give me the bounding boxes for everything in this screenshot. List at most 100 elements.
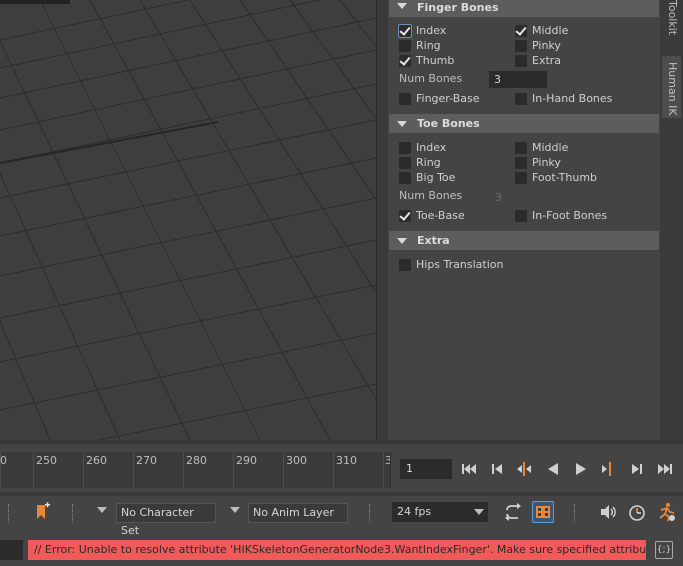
finger-num-bones-field[interactable]: 3: [489, 71, 547, 88]
checkbox-box: [515, 157, 527, 169]
prev-key-icon: [517, 462, 531, 476]
anim-layer-dropdown[interactable]: No Anim Layer: [248, 503, 348, 523]
go-to-end-button[interactable]: [655, 459, 675, 479]
finger-bones-title: Finger Bones: [417, 1, 499, 14]
range-slider-bar: No Character Set No Anim Layer 24 fps: [0, 496, 683, 537]
speaker-icon: [601, 505, 616, 519]
step-forward-key-icon: [632, 464, 642, 474]
step-back-key-button[interactable]: [487, 459, 507, 479]
hips-translation-checkbox[interactable]: Hips Translation: [399, 258, 503, 272]
next-key-button[interactable]: [599, 459, 619, 479]
checkbox-box: [515, 172, 527, 184]
foot-thumb-checkbox[interactable]: Foot-Thumb: [515, 171, 597, 185]
finger-middle-checkbox[interactable]: Middle: [515, 24, 568, 38]
running-figure-icon: [659, 503, 675, 522]
checkbox-box: [515, 142, 527, 154]
collapse-arrow-icon: [397, 238, 407, 244]
bookmark-add-button[interactable]: [31, 501, 53, 523]
checkbox-label: In-Hand Bones: [532, 92, 613, 105]
cache-playback-button[interactable]: [532, 501, 554, 523]
checkbox-box: [399, 172, 411, 184]
checkbox-label: Pinky: [532, 156, 561, 169]
step-back-key-icon: [492, 464, 502, 474]
script-error-message: // Error: Unable to resolve attribute 'H…: [28, 540, 646, 560]
checkbox-label: Toe-Base: [416, 209, 465, 222]
toe-index-checkbox[interactable]: Index: [399, 141, 446, 155]
checkbox-label: Thumb: [416, 54, 455, 67]
play-forward-button[interactable]: [571, 459, 591, 479]
toe-bones-title: Toe Bones: [417, 117, 480, 130]
animation-preferences-button[interactable]: [655, 501, 677, 523]
collapse-arrow-icon: [397, 3, 407, 9]
checkbox-box: [399, 93, 411, 105]
bookmark-add-icon: [37, 502, 50, 519]
finger-bones-header[interactable]: Finger Bones: [389, 0, 659, 17]
viewport-3d[interactable]: [0, 0, 376, 440]
character-set-arrow-icon[interactable]: [97, 507, 107, 513]
prev-key-button[interactable]: [514, 459, 534, 479]
in-foot-bones-checkbox[interactable]: In-Foot Bones: [515, 209, 607, 223]
checkbox-label: Big Toe: [416, 171, 456, 184]
finger-pinky-checkbox[interactable]: Pinky: [515, 39, 561, 53]
finger-extra-checkbox[interactable]: Extra: [515, 54, 561, 68]
sound-button[interactable]: [597, 501, 619, 523]
character-set-dropdown[interactable]: No Character Set: [116, 503, 216, 537]
script-editor-button[interactable]: {;}: [655, 541, 673, 559]
tab-human-ik[interactable]: Human IK: [662, 56, 681, 118]
next-key-icon: [602, 462, 611, 476]
separator-handle[interactable]: [574, 504, 576, 522]
finger-ring-checkbox[interactable]: Ring: [399, 39, 441, 53]
toe-base-checkbox[interactable]: Toe-Base: [399, 209, 465, 223]
ruler-tick: [33, 452, 34, 488]
ruler-tick-label: 0: [0, 454, 7, 467]
anim-layer-arrow-icon[interactable]: [230, 507, 240, 513]
grid-graphic: [0, 0, 376, 440]
ruler-tick-label: 310: [336, 454, 357, 467]
playback-speed-button[interactable]: [626, 501, 648, 523]
panel-splitter[interactable]: [376, 0, 388, 440]
ruler-tick-label: 290: [236, 454, 257, 467]
checkbox-box: [515, 25, 527, 37]
checkbox-label: Extra: [532, 54, 562, 67]
current-frame-field[interactable]: 1: [400, 459, 452, 479]
collapse-arrow-icon: [397, 121, 407, 127]
tab-toolkit[interactable]: Toolkit: [662, 0, 681, 40]
extra-header[interactable]: Extra: [389, 231, 659, 250]
finger-base-checkbox[interactable]: Finger-Base: [399, 92, 480, 106]
ruler-tick-label: 260: [86, 454, 107, 467]
time-ruler[interactable]: 0 250 260 270 280 290 300 310 3: [0, 452, 391, 488]
script-editor-icon: {;}: [656, 545, 672, 555]
ruler-tick: [233, 452, 234, 488]
command-input[interactable]: [0, 540, 23, 560]
checkbox-label: Hips Translation: [416, 258, 504, 271]
ruler-tick: [83, 452, 84, 488]
go-to-start-button[interactable]: [459, 459, 479, 479]
ruler-tick-label: 270: [136, 454, 157, 467]
checkbox-label: Ring: [416, 39, 441, 52]
fps-value: 24 fps: [397, 505, 432, 518]
fps-dropdown[interactable]: 24 fps: [392, 502, 488, 522]
play-forward-icon: [576, 463, 586, 475]
ruler-tick-label: 300: [286, 454, 307, 467]
in-hand-bones-checkbox[interactable]: In-Hand Bones: [515, 92, 612, 106]
checkbox-box: [399, 55, 411, 67]
separator-handle[interactable]: [72, 504, 74, 522]
checkbox-label: Pinky: [532, 39, 561, 52]
go-to-end-icon: [658, 464, 672, 474]
toe-bones-header[interactable]: Toe Bones: [389, 114, 659, 133]
checkbox-box: [515, 210, 527, 222]
finger-index-checkbox[interactable]: Index: [398, 24, 446, 38]
toe-pinky-checkbox[interactable]: Pinky: [515, 156, 561, 170]
toe-ring-checkbox[interactable]: Ring: [399, 156, 441, 170]
big-toe-checkbox[interactable]: Big Toe: [399, 171, 455, 185]
toe-middle-checkbox[interactable]: Middle: [515, 141, 568, 155]
play-backward-button[interactable]: [543, 459, 563, 479]
finger-thumb-checkbox[interactable]: Thumb: [399, 54, 454, 68]
ruler-tick-label: 3: [385, 454, 390, 467]
loop-button[interactable]: [502, 501, 524, 523]
finger-num-bones-label: Num Bones: [399, 72, 463, 85]
step-forward-key-button[interactable]: [627, 459, 647, 479]
separator-handle[interactable]: [369, 504, 371, 522]
separator-handle[interactable]: [8, 504, 10, 522]
checkbox-label: Index: [416, 141, 447, 154]
